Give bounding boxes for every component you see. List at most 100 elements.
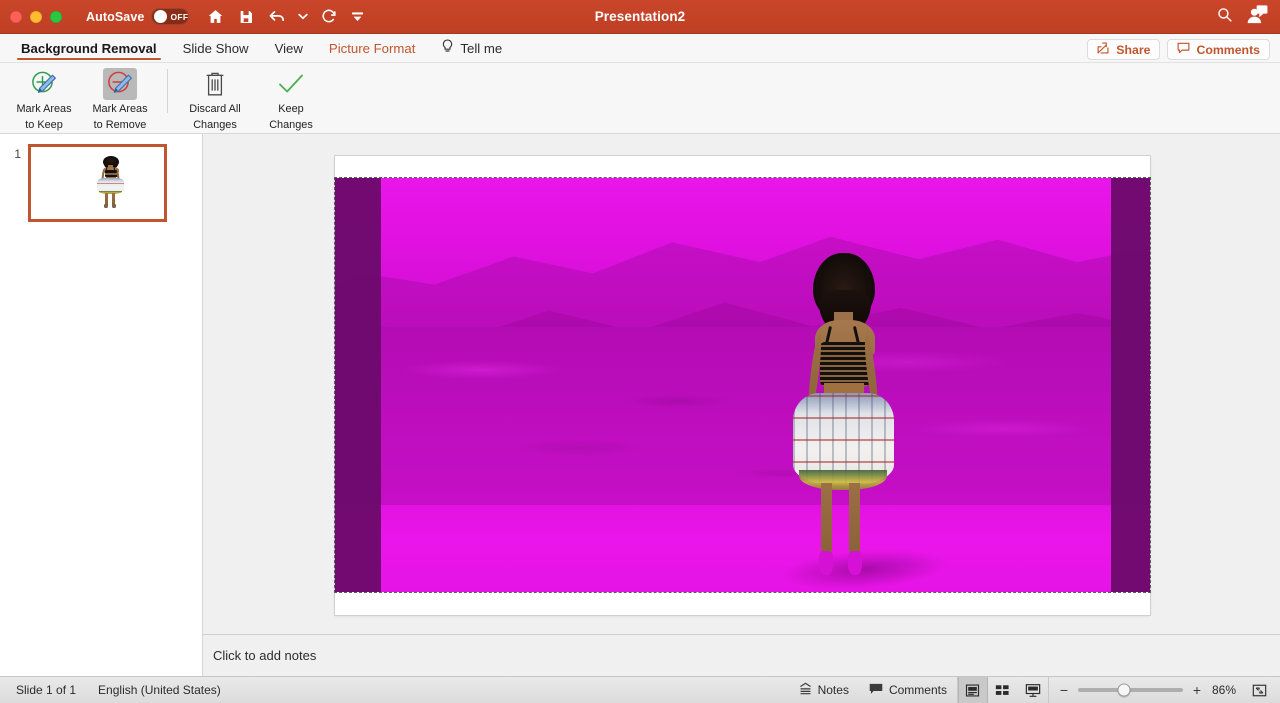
autosave-control[interactable]: AutoSave OFF bbox=[86, 8, 189, 25]
removal-band-right bbox=[1111, 178, 1150, 592]
mark-remove-icon bbox=[103, 68, 137, 100]
photo-valley-texture bbox=[335, 327, 1150, 522]
zoom-level-label[interactable]: 86% bbox=[1212, 683, 1246, 697]
comment-bubble-icon bbox=[869, 683, 883, 698]
discard-all-changes-label-1: Discard All bbox=[189, 103, 240, 116]
window-controls bbox=[0, 11, 62, 23]
customize-toolbar-icon[interactable] bbox=[350, 7, 364, 27]
slide-thumbnail-1[interactable] bbox=[28, 144, 167, 222]
powerpoint-window: AutoSave OFF bbox=[0, 0, 1280, 703]
photo-subject-figure bbox=[788, 253, 898, 592]
comments-button-label-status: Comments bbox=[889, 683, 947, 697]
editor-body: 1 bbox=[0, 134, 1280, 676]
titlebar-actions bbox=[1216, 5, 1280, 29]
thumbnail-figure bbox=[96, 156, 125, 211]
comments-button[interactable]: Comments bbox=[1167, 39, 1270, 60]
subject-leg-right bbox=[849, 483, 860, 558]
ribbon-group-refine: Mark Areas to Keep Mark Areas to Remove bbox=[6, 63, 158, 133]
photo-valley bbox=[335, 327, 1150, 522]
undo-dropdown-icon[interactable] bbox=[298, 7, 308, 27]
status-bar-left: Slide 1 of 1 English (United States) bbox=[0, 683, 221, 697]
keep-changes-label-2: Changes bbox=[269, 119, 313, 132]
notes-icon bbox=[799, 682, 812, 698]
mark-areas-to-keep-button[interactable]: Mark Areas to Keep bbox=[6, 63, 82, 131]
slide-canvas[interactable] bbox=[335, 156, 1150, 615]
picture-placeholder[interactable] bbox=[335, 178, 1150, 592]
slide-sorter-view-button[interactable] bbox=[988, 677, 1018, 703]
close-window-button[interactable] bbox=[10, 11, 22, 23]
keep-changes-button[interactable]: Keep Changes bbox=[253, 63, 329, 131]
mark-areas-to-keep-label-2: to Keep bbox=[25, 119, 63, 132]
zoom-in-button[interactable]: + bbox=[1192, 683, 1202, 697]
tab-view[interactable]: View bbox=[262, 34, 316, 62]
comments-button-label: Comments bbox=[1196, 43, 1260, 57]
ribbon-group-close: Discard All Changes Keep Changes bbox=[177, 63, 329, 133]
mark-areas-to-remove-button[interactable]: Mark Areas to Remove bbox=[82, 63, 158, 131]
share-icon bbox=[1097, 42, 1110, 57]
notes-placeholder: Click to add notes bbox=[213, 648, 316, 663]
keep-changes-label-1: Keep bbox=[278, 103, 303, 116]
slide-thumbnail-pane[interactable]: 1 bbox=[0, 134, 203, 676]
thumb-shoe-right bbox=[112, 204, 116, 208]
discard-all-changes-button[interactable]: Discard All Changes bbox=[177, 63, 253, 131]
thumb-skirt-hem bbox=[99, 191, 122, 194]
notes-button-label: Notes bbox=[818, 683, 849, 697]
redo-icon[interactable] bbox=[319, 7, 339, 27]
picture-content bbox=[335, 178, 1150, 592]
tab-tell-me[interactable]: Tell me bbox=[428, 34, 515, 62]
lightbulb-icon bbox=[441, 39, 454, 57]
slide-area[interactable] bbox=[203, 134, 1280, 634]
photo-foreground bbox=[335, 505, 1150, 592]
tab-picture-format[interactable]: Picture Format bbox=[316, 34, 428, 62]
undo-icon[interactable] bbox=[267, 7, 287, 27]
slideshow-view-button[interactable] bbox=[1018, 677, 1048, 703]
save-icon[interactable] bbox=[236, 7, 256, 27]
tab-background-removal[interactable]: Background Removal bbox=[8, 34, 170, 62]
subject-skirt-hem bbox=[799, 470, 887, 490]
minimize-window-button[interactable] bbox=[30, 11, 42, 23]
zoom-control: − + bbox=[1049, 683, 1212, 697]
fit-to-window-button[interactable] bbox=[1246, 677, 1272, 703]
tab-tell-me-label: Tell me bbox=[460, 41, 502, 56]
quick-access-toolbar bbox=[205, 7, 364, 27]
zoom-slider-handle[interactable] bbox=[1118, 684, 1131, 697]
account-share-icon[interactable] bbox=[1247, 5, 1268, 29]
ribbon-toolbar: Mark Areas to Keep Mark Areas to Remove bbox=[0, 63, 1280, 134]
zoom-out-button[interactable]: − bbox=[1059, 683, 1069, 697]
tab-slide-show[interactable]: Slide Show bbox=[170, 34, 262, 62]
mark-keep-icon bbox=[27, 68, 61, 100]
thumbnail-number: 1 bbox=[9, 144, 21, 161]
home-icon[interactable] bbox=[205, 7, 225, 27]
subject-crop-top bbox=[820, 342, 870, 386]
mark-areas-to-remove-label-2: to Remove bbox=[94, 119, 147, 132]
autosave-label: AutoSave bbox=[86, 10, 144, 24]
autosave-toggle[interactable]: OFF bbox=[151, 8, 189, 25]
ribbon-tab-actions: Share Comments bbox=[1087, 39, 1280, 62]
status-bar-right: Notes Comments − bbox=[789, 677, 1280, 703]
notes-toggle-button[interactable]: Notes bbox=[789, 677, 859, 703]
maximize-window-button[interactable] bbox=[50, 11, 62, 23]
ribbon-tabs: Background Removal Slide Show View Pictu… bbox=[0, 34, 515, 62]
trash-icon bbox=[198, 68, 232, 100]
window-title: Presentation2 bbox=[0, 9, 1280, 24]
normal-view-button[interactable] bbox=[958, 677, 988, 703]
title-bar: AutoSave OFF bbox=[0, 0, 1280, 34]
thumbnail-row: 1 bbox=[0, 144, 202, 222]
status-bar: Slide 1 of 1 English (United States) Not… bbox=[0, 676, 1280, 703]
subject-shoe-right bbox=[848, 551, 862, 575]
search-icon[interactable] bbox=[1216, 6, 1233, 28]
comments-toggle-button[interactable]: Comments bbox=[859, 677, 957, 703]
background-removal-preview bbox=[335, 178, 1150, 592]
ribbon-tab-bar: Background Removal Slide Show View Pictu… bbox=[0, 34, 1280, 63]
slide-count-label[interactable]: Slide 1 of 1 bbox=[16, 683, 76, 697]
notes-pane[interactable]: Click to add notes bbox=[203, 634, 1280, 676]
mark-areas-to-remove-label-1: Mark Areas bbox=[92, 103, 147, 116]
share-button[interactable]: Share bbox=[1087, 39, 1160, 60]
autosave-state-label: OFF bbox=[170, 12, 188, 22]
language-label[interactable]: English (United States) bbox=[98, 683, 221, 697]
autosave-toggle-knob bbox=[154, 10, 167, 23]
removal-band-left bbox=[335, 178, 381, 592]
subject-leg-left bbox=[821, 483, 832, 558]
check-icon bbox=[274, 68, 308, 100]
zoom-slider[interactable] bbox=[1078, 688, 1183, 692]
